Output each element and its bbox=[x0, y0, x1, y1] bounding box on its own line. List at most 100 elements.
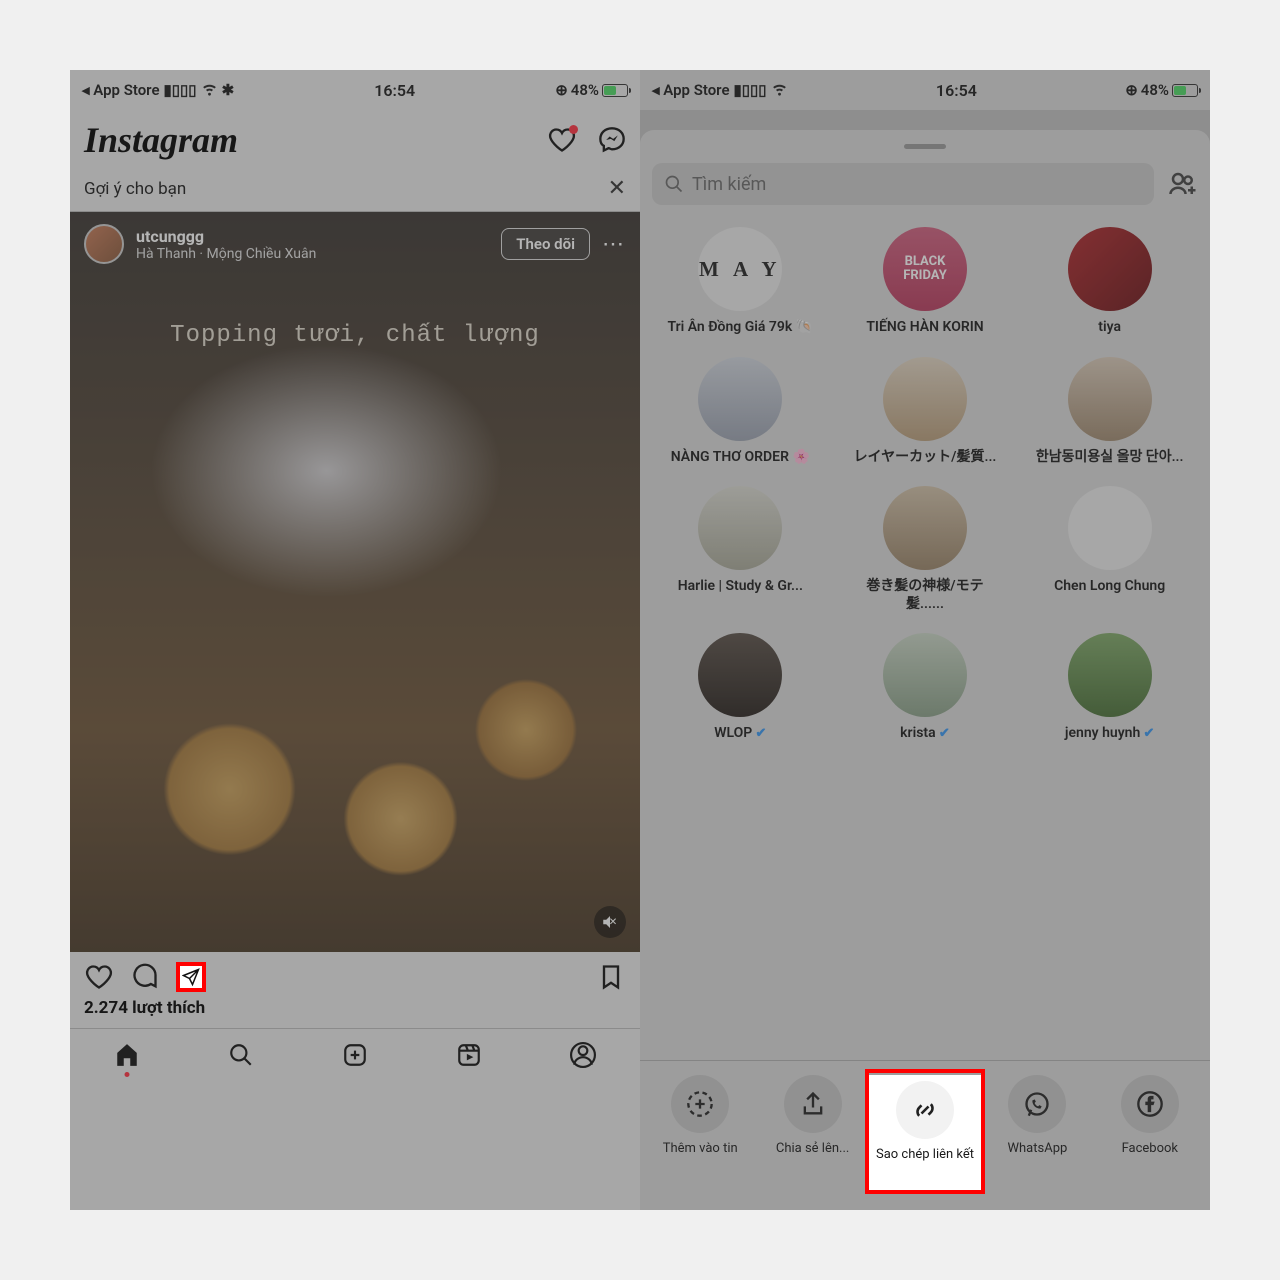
contact-item[interactable]: 巻き髪の神様/モテ髪...... bbox=[837, 486, 1014, 613]
contact-name: Chen Long Chung bbox=[1054, 578, 1165, 596]
share-sheet: Tìm kiếm M A Y Tri Ân Đồng Giá 79k 🐚 BLACK… bbox=[640, 130, 1210, 1210]
contact-name: Harlie | Study & Gr... bbox=[678, 578, 803, 596]
contact-item[interactable]: M A Y Tri Ân Đồng Giá 79k 🐚 bbox=[652, 227, 829, 337]
wifi-icon bbox=[201, 80, 218, 101]
contact-item[interactable]: jenny huynh ✔ bbox=[1021, 633, 1198, 743]
follow-button[interactable]: Theo dõi bbox=[501, 228, 590, 260]
suggestion-bar: Gợi ý cho bạn ✕ bbox=[70, 170, 640, 212]
contact-avatar: BLACK FRIDAY bbox=[883, 227, 967, 311]
share-label: Chia sẻ lên... bbox=[776, 1141, 849, 1156]
contact-item[interactable]: BLACK FRIDAY TIẾNG HÀN KORIN bbox=[837, 227, 1014, 337]
battery-percent: 48% bbox=[571, 81, 599, 99]
contact-name: WLOP ✔ bbox=[714, 725, 766, 743]
contact-avatar bbox=[1068, 633, 1152, 717]
phone-right: ◂ App Store ▮▯▯▯ 16:54 ⊕ 48% Tìm kiếm bbox=[640, 70, 1210, 1210]
contact-avatar bbox=[883, 633, 967, 717]
share-whatsapp[interactable]: WhatsApp bbox=[981, 1075, 1093, 1190]
contact-name: Tri Ân Đồng Giá 79k 🐚 bbox=[667, 319, 813, 337]
verified-badge-icon: ✔ bbox=[936, 726, 950, 741]
home-notification-dot bbox=[125, 1072, 130, 1077]
contact-name: レイヤーカット/髪質... bbox=[854, 449, 997, 467]
add-story-icon bbox=[671, 1075, 729, 1133]
post-more-icon[interactable]: ⋯ bbox=[602, 232, 626, 257]
bottom-nav bbox=[70, 1028, 640, 1080]
nav-reels-icon[interactable] bbox=[455, 1041, 483, 1069]
nav-search-icon[interactable] bbox=[227, 1041, 255, 1069]
contact-item[interactable]: Harlie | Study & Gr... bbox=[652, 486, 829, 613]
contact-avatar bbox=[698, 357, 782, 441]
back-to-appstore[interactable]: ◂ App Store bbox=[652, 81, 730, 99]
share-facebook[interactable]: Facebook bbox=[1094, 1075, 1206, 1190]
cellular-icon: ▮▯▯▯ bbox=[734, 81, 767, 99]
statusbar-left: ◂ App Store ▮▯▯▯ ✱ 16:54 ⊕ 48% bbox=[70, 70, 640, 110]
contact-avatar bbox=[1068, 227, 1152, 311]
search-placeholder: Tìm kiếm bbox=[692, 174, 766, 195]
share-label: WhatsApp bbox=[1007, 1141, 1067, 1156]
sheet-grabber[interactable] bbox=[904, 144, 946, 149]
status-time: 16:54 bbox=[936, 81, 977, 100]
messenger-icon[interactable] bbox=[598, 126, 626, 154]
contact-avatar bbox=[698, 633, 782, 717]
post-caption-overlay: Topping tươi, chất lượng bbox=[70, 322, 640, 349]
verified-badge-icon: ✔ bbox=[1140, 726, 1154, 741]
post-username[interactable]: utcunggg bbox=[136, 227, 489, 246]
save-bookmark-icon[interactable] bbox=[596, 962, 626, 992]
instagram-logo[interactable]: Instagram bbox=[84, 119, 238, 161]
post-avatar[interactable] bbox=[84, 224, 124, 264]
contact-item[interactable]: krista ✔ bbox=[837, 633, 1014, 743]
nav-profile-icon[interactable] bbox=[569, 1041, 597, 1069]
facebook-icon bbox=[1121, 1075, 1179, 1133]
post-audio-label[interactable]: Hà Thanh · Mộng Chiều Xuân bbox=[136, 246, 489, 262]
post-actions bbox=[70, 952, 640, 996]
contact-avatar bbox=[1068, 357, 1152, 441]
close-suggestion-icon[interactable]: ✕ bbox=[608, 176, 626, 201]
search-input[interactable]: Tìm kiếm bbox=[652, 163, 1154, 205]
status-time: 16:54 bbox=[374, 81, 415, 100]
battery-icon bbox=[602, 84, 628, 97]
share-add-story[interactable]: Thêm vào tin bbox=[644, 1075, 756, 1190]
whatsapp-icon bbox=[1008, 1075, 1066, 1133]
loading-icon: ✱ bbox=[222, 81, 235, 99]
contact-name: NÀNG THƠ ORDER 🌸 bbox=[671, 449, 810, 467]
verified-badge-icon: ✔ bbox=[752, 726, 766, 741]
contact-item[interactable]: 한남동미용실 올망 단아... bbox=[1021, 357, 1198, 467]
contact-item[interactable]: レイヤーカット/髪質... bbox=[837, 357, 1014, 467]
contact-name: jenny huynh ✔ bbox=[1065, 725, 1155, 743]
location-services-icon: ⊕ bbox=[1125, 81, 1138, 99]
comment-icon[interactable] bbox=[130, 962, 160, 992]
contact-name: TIẾNG HÀN KORIN bbox=[866, 319, 983, 337]
activity-heart-icon[interactable] bbox=[548, 126, 576, 154]
contact-avatar bbox=[1068, 486, 1152, 570]
post-media[interactable]: utcunggg Hà Thanh · Mộng Chiều Xuân Theo… bbox=[70, 212, 640, 952]
contact-name: 한남동미용실 올망 단아... bbox=[1036, 449, 1184, 467]
likes-count[interactable]: 2.274 lượt thích bbox=[70, 996, 640, 1028]
share-up-icon bbox=[784, 1075, 842, 1133]
contact-avatar bbox=[698, 486, 782, 570]
share-label: Sao chép liên kết bbox=[876, 1147, 974, 1162]
add-people-icon[interactable] bbox=[1168, 169, 1198, 199]
statusbar-right: ◂ App Store ▮▯▯▯ 16:54 ⊕ 48% bbox=[640, 70, 1210, 110]
search-icon bbox=[664, 174, 684, 194]
contact-item[interactable]: tiya bbox=[1021, 227, 1198, 337]
contact-item[interactable]: NÀNG THƠ ORDER 🌸 bbox=[652, 357, 829, 467]
share-copy-link[interactable]: Sao chép liên kết bbox=[869, 1075, 981, 1190]
nav-home-icon[interactable] bbox=[113, 1041, 141, 1069]
contact-grid: M A Y Tri Ân Đồng Giá 79k 🐚 BLACK FRIDAY TI… bbox=[652, 227, 1198, 743]
instagram-header: Instagram bbox=[70, 110, 640, 170]
share-send-icon[interactable] bbox=[176, 962, 206, 992]
mute-icon[interactable] bbox=[594, 906, 626, 938]
share-more[interactable]: Chia sẻ lên... bbox=[756, 1075, 868, 1190]
contact-name: 巻き髪の神様/モテ髪...... bbox=[850, 578, 1000, 613]
back-to-appstore[interactable]: ◂ App Store bbox=[82, 81, 160, 99]
contact-item[interactable]: Chen Long Chung bbox=[1021, 486, 1198, 613]
share-options-row: Thêm vào tin Chia sẻ lên... Sao chép liê… bbox=[640, 1060, 1210, 1210]
share-label: Thêm vào tin bbox=[663, 1141, 738, 1156]
contact-avatar: M A Y bbox=[698, 227, 782, 311]
nav-create-icon[interactable] bbox=[341, 1041, 369, 1069]
share-label: Facebook bbox=[1122, 1141, 1178, 1156]
link-icon bbox=[896, 1081, 954, 1139]
like-icon[interactable] bbox=[84, 962, 114, 992]
battery-icon bbox=[1172, 84, 1198, 97]
contact-item[interactable]: WLOP ✔ bbox=[652, 633, 829, 743]
cellular-icon: ▮▯▯▯ bbox=[164, 81, 197, 99]
